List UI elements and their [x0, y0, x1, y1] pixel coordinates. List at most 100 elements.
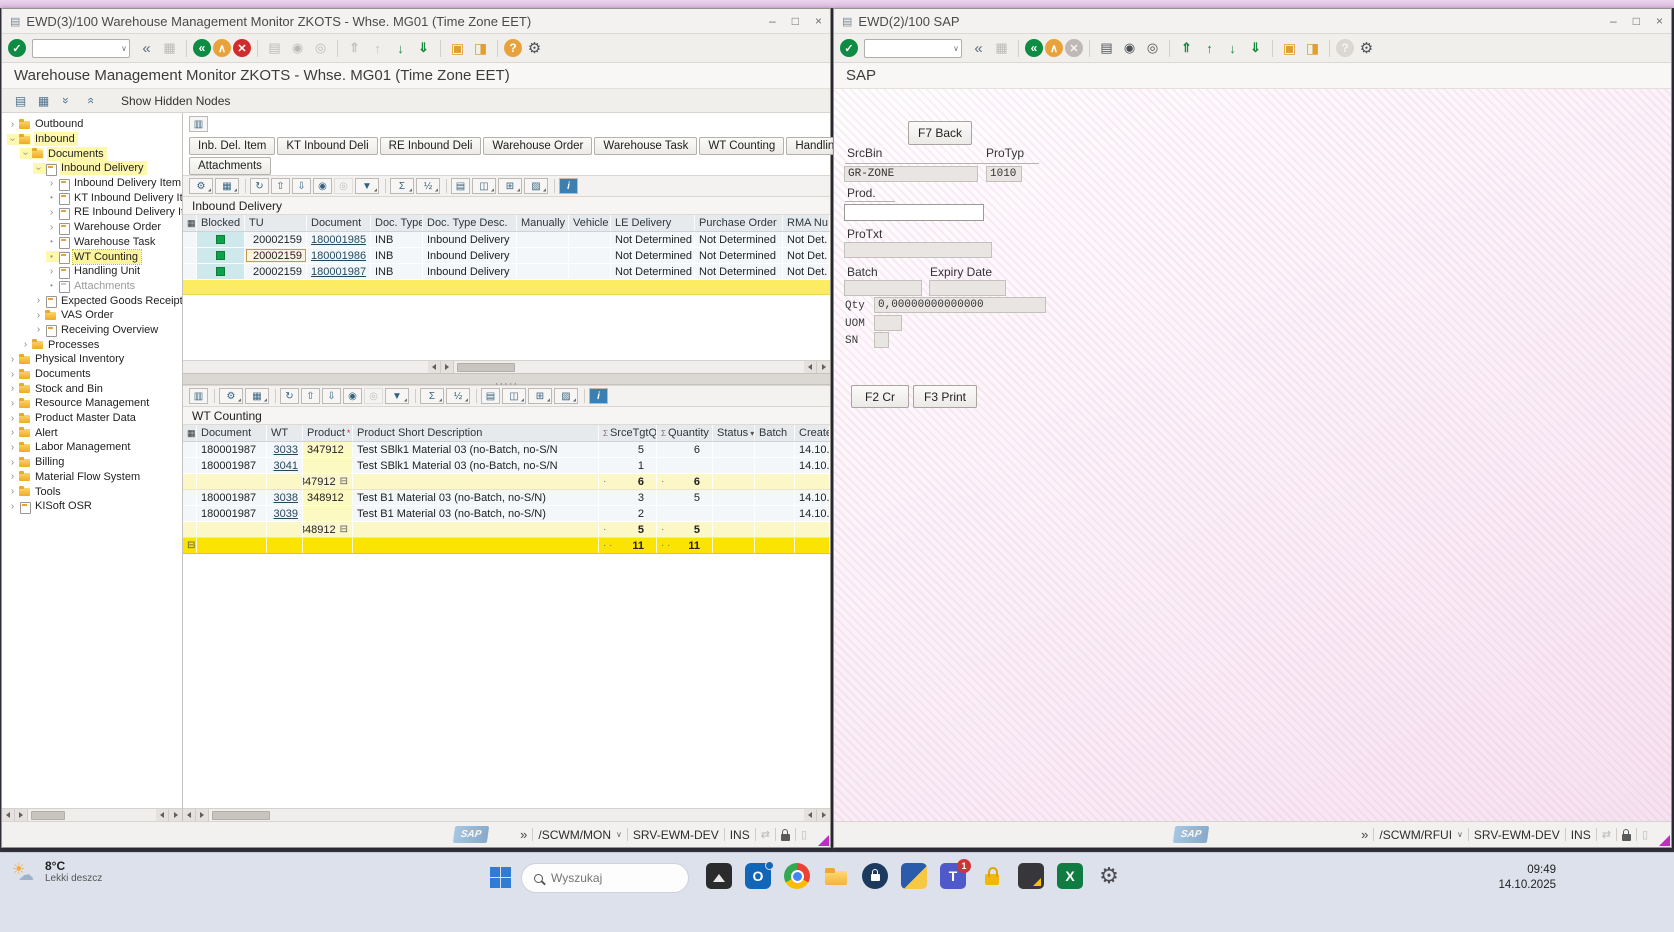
f7-back-button[interactable]: F7 Back [908, 121, 972, 145]
tree-expander-icon[interactable] [33, 295, 44, 306]
status-transaction[interactable]: /SCWM/RFUI [1379, 828, 1452, 842]
find-next-icon[interactable]: ◎ [1142, 38, 1163, 58]
tree-item-outbound[interactable]: Outbound [2, 117, 182, 132]
column-header-purchase-order[interactable]: Purchase Order [695, 215, 783, 231]
scroll-thumb[interactable] [31, 810, 65, 820]
column-header-vehicle[interactable]: Vehicle [569, 215, 611, 231]
status-transaction[interactable]: /SCWM/MON [538, 828, 611, 842]
chevron-down-icon[interactable]: ∨ [953, 44, 959, 53]
print-icon[interactable]: ▤ [264, 38, 285, 58]
tree-item-processes[interactable]: Processes [2, 337, 182, 352]
scroll-right-arrow[interactable] [817, 809, 830, 821]
export-icon[interactable]: ◫ [472, 178, 496, 194]
tu-cell[interactable]: 20002159 [245, 248, 307, 263]
minimize-button[interactable]: – [769, 14, 776, 28]
collapse-total-icon[interactable]: ⊟ [187, 540, 195, 551]
tree-expander-icon[interactable] [7, 354, 18, 365]
photos-icon[interactable] [706, 863, 732, 889]
first-page-icon[interactable]: ⇑ [1176, 38, 1197, 58]
tree-item-attachments[interactable]: Attachments [2, 279, 182, 294]
scroll-left-arrow[interactable] [156, 809, 169, 821]
document-link[interactable]: 180001987 [311, 266, 366, 278]
uom-field[interactable] [874, 315, 902, 331]
wt-link[interactable]: 3033 [274, 444, 298, 456]
tree-item-material-flow-system[interactable]: Material Flow System [2, 470, 182, 485]
wt-link[interactable]: 3038 [274, 492, 298, 504]
tree-item-documents[interactable]: Documents [2, 367, 182, 382]
settings-icon[interactable]: ⚙ [1096, 863, 1122, 889]
first-page-icon[interactable]: ⇑ [344, 38, 365, 58]
spreadsheet-icon[interactable]: ⊞ [528, 388, 552, 404]
tree-expander-icon[interactable] [33, 324, 44, 335]
table-row[interactable]: 180001987 3039 Test B1 Material 03 (no-Bat… [183, 506, 830, 522]
column-header-srcetgtqty[interactable]: ΣSrceTgtQty [599, 425, 657, 441]
row-select-cell[interactable] [183, 264, 197, 279]
column-header-status[interactable]: Status ▾ [713, 425, 755, 441]
scroll-left-arrow[interactable] [183, 809, 196, 821]
tree-expander-icon[interactable] [46, 178, 57, 189]
views-icon[interactable]: ▦ [245, 388, 269, 404]
back-icon[interactable]: « [1025, 39, 1043, 57]
find-next-icon[interactable]: ◎ [310, 38, 331, 58]
column-header-doc-type[interactable]: Doc. Type [371, 215, 423, 231]
find-icon[interactable]: ◉ [287, 38, 308, 58]
last-page-icon[interactable]: ⇓ [1245, 38, 1266, 58]
tab-kt-inbound-deli[interactable]: KT Inbound Deli [277, 137, 378, 155]
enter-icon[interactable]: ✓ [840, 39, 858, 57]
exit-icon[interactable]: ∧ [213, 39, 231, 57]
tab-warehouse-order[interactable]: Warehouse Order [483, 137, 593, 155]
row-select-cell[interactable] [183, 506, 197, 521]
column-header-create[interactable]: Create.. [795, 425, 830, 441]
splitter-handle[interactable] [183, 373, 830, 385]
scroll-right-arrow[interactable] [196, 809, 209, 821]
tree-item-handling-unit[interactable]: Handling Unit [2, 264, 182, 279]
spreadsheet-icon[interactable]: ⊞ [498, 178, 522, 194]
refresh-icon[interactable]: ↻ [250, 178, 269, 194]
page-up-icon[interactable]: ↑ [367, 38, 388, 58]
help-icon[interactable]: ? [504, 39, 522, 57]
column-header-document[interactable]: Document [197, 425, 267, 441]
authenticator-icon[interactable] [862, 863, 888, 889]
tree-expander-icon[interactable] [7, 383, 18, 394]
tree-expander-icon[interactable] [33, 310, 44, 321]
tree-expander-icon[interactable] [20, 339, 31, 350]
filter-icon[interactable]: ▼ [355, 178, 379, 194]
table-row[interactable]: 20002159 180001985 INB Inbound Delivery Not … [183, 232, 830, 248]
taskbar-search[interactable] [521, 863, 689, 893]
expand-all-icon[interactable]: » [81, 92, 98, 109]
tree-expander-icon[interactable] [7, 119, 18, 130]
keepass-icon[interactable] [979, 863, 1005, 889]
subtotal-row[interactable]: 347912⊟ ·6·6 [183, 474, 830, 490]
tab-re-inbound-deli[interactable]: RE Inbound Deli [379, 137, 482, 155]
qty-field[interactable]: 0,00000000000000 [874, 297, 1046, 313]
tree-expander-icon[interactable] [7, 413, 18, 424]
tree-item-expected-goods-receipt[interactable]: Expected Goods Receipt [2, 293, 182, 309]
tree-expander-icon[interactable] [7, 471, 18, 482]
maximize-button[interactable]: □ [792, 14, 799, 28]
tree-expander-icon[interactable] [7, 427, 18, 438]
column-header-quantity[interactable]: Σ Quantity [657, 425, 713, 441]
tree-expander-icon[interactable] [7, 133, 18, 145]
sort-descending-icon[interactable]: ⇩ [292, 178, 311, 194]
tree-item-wt-counting[interactable]: WT Counting [2, 248, 182, 265]
tree-expander-icon[interactable] [7, 442, 18, 453]
tree-expander-icon[interactable] [7, 457, 18, 468]
subtotal-icon[interactable]: ½ [446, 388, 470, 404]
print-icon[interactable]: ▤ [451, 178, 470, 194]
tree-item-stock-and-bin[interactable]: Stock and Bin [2, 381, 182, 396]
last-page-icon[interactable]: ⇓ [413, 38, 434, 58]
refresh-icon[interactable]: ↻ [280, 388, 299, 404]
document-link[interactable]: 180001985 [311, 234, 366, 246]
expiry-date-field[interactable] [929, 280, 1006, 296]
app-icon-dark-yellow[interactable] [1018, 863, 1044, 889]
layout-icon[interactable]: ▥ [189, 388, 208, 404]
chevron-down-icon[interactable]: ∨ [616, 830, 622, 839]
close-button[interactable]: × [815, 14, 822, 28]
wt-link[interactable]: 3039 [274, 508, 298, 520]
save-icon[interactable]: ▦ [991, 38, 1012, 58]
save-icon[interactable]: ▦ [159, 38, 180, 58]
tab-wt-counting[interactable]: WT Counting [699, 137, 785, 155]
views-icon[interactable]: ▦ [215, 178, 239, 194]
selected-empty-row[interactable] [183, 280, 830, 295]
shortcut-icon[interactable]: ◨ [470, 38, 491, 58]
